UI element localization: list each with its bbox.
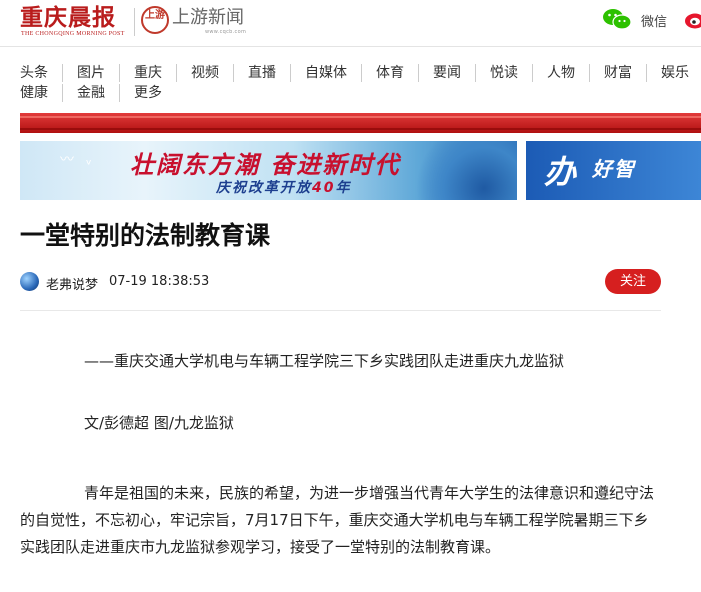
follow-button[interactable]: 关注 — [605, 269, 661, 294]
partner-logo-url: www.cqcb.com — [205, 29, 247, 35]
partner-logo-name[interactable]: 上游新闻 — [172, 7, 244, 29]
banner-side-text: 好智 — [592, 157, 636, 181]
site-header: 重庆晨报 THE CHONGQING MORNING POST 上游 上游新闻 … — [0, 0, 701, 46]
publish-time: 07-19 18:38:53 — [109, 274, 210, 289]
article-paragraph: 文/彭德超 图/九龙监狱 — [84, 414, 234, 432]
site-logo[interactable]: 重庆晨报 — [20, 5, 116, 31]
nav-item-yuedu[interactable]: 悦读 — [475, 64, 532, 82]
nav-item-zhibo[interactable]: 直播 — [233, 64, 290, 82]
banner-subtitle-suffix: 年 — [335, 180, 352, 196]
author-avatar[interactable] — [20, 272, 39, 291]
article-paragraph: 青年是祖国的未来，民族的希望，为进一步增强当代青年大学生的法律意识和遵纪守法的自… — [20, 484, 655, 556]
banner-subtitle-prefix: 庆祝改革开放 — [216, 180, 312, 196]
nav-item-yaowen[interactable]: 要闻 — [418, 64, 475, 82]
weibo-icon[interactable] — [684, 8, 701, 30]
banner-subtitle-number: 40 — [312, 180, 336, 196]
nav-item-tupian[interactable]: 图片 — [62, 64, 119, 82]
banner-side-mark: 办 — [544, 153, 577, 191]
wechat-icon[interactable] — [602, 8, 632, 30]
seagull-icon: 〰 — [60, 152, 74, 168]
banner-slogan: 壮阔东方潮 奋进新时代 — [130, 150, 401, 179]
nav-item-tiyu[interactable]: 体育 — [361, 64, 418, 82]
promo-banner-side[interactable]: 办 好智 — [526, 141, 701, 200]
nav-item-renwu[interactable]: 人物 — [532, 64, 589, 82]
nav-row-primary: 头条 图片 重庆 视频 直播 自媒体 体育 要闻 悦读 人物 财富 娱乐 — [20, 64, 701, 82]
decorative-red-band — [20, 113, 701, 133]
meta-divider — [20, 310, 661, 311]
article-title: 一堂特别的法制教育课 — [20, 221, 271, 250]
nav-item-yule[interactable]: 娱乐 — [646, 64, 701, 82]
nav-row-secondary: 健康 金融 更多 — [20, 84, 176, 102]
wave-graphic — [407, 141, 517, 200]
article-paragraph: ——重庆交通大学机电与车辆工程学院三下乡实践团队走进重庆九龙监狱 — [84, 352, 565, 370]
nav-item-caifu[interactable]: 财富 — [589, 64, 646, 82]
header-divider — [0, 46, 701, 47]
logo-divider — [134, 8, 135, 36]
nav-item-toutiao[interactable]: 头条 — [20, 64, 62, 82]
nav-item-jiankang[interactable]: 健康 — [20, 84, 62, 102]
nav-item-zimeiti[interactable]: 自媒体 — [290, 64, 361, 82]
nav-item-gengduo[interactable]: 更多 — [119, 84, 176, 102]
partner-logo-badge[interactable]: 上游 — [141, 6, 169, 34]
nav-item-shipin[interactable]: 视频 — [176, 64, 233, 82]
author-name[interactable]: 老弗说梦 — [46, 274, 98, 293]
seagull-icon: ᵛ — [86, 157, 92, 173]
promo-banner-reform[interactable]: 〰 ᵛ 壮阔东方潮 奋进新时代 庆祝改革开放40年 — [20, 141, 517, 200]
wechat-label[interactable]: 微信 — [641, 11, 667, 30]
banner-subtitle: 庆祝改革开放40年 — [216, 177, 351, 197]
nav-item-chongqing[interactable]: 重庆 — [119, 64, 176, 82]
site-logo-subtitle: THE CHONGQING MORNING POST — [21, 31, 125, 37]
nav-item-jinrong[interactable]: 金融 — [62, 84, 119, 102]
